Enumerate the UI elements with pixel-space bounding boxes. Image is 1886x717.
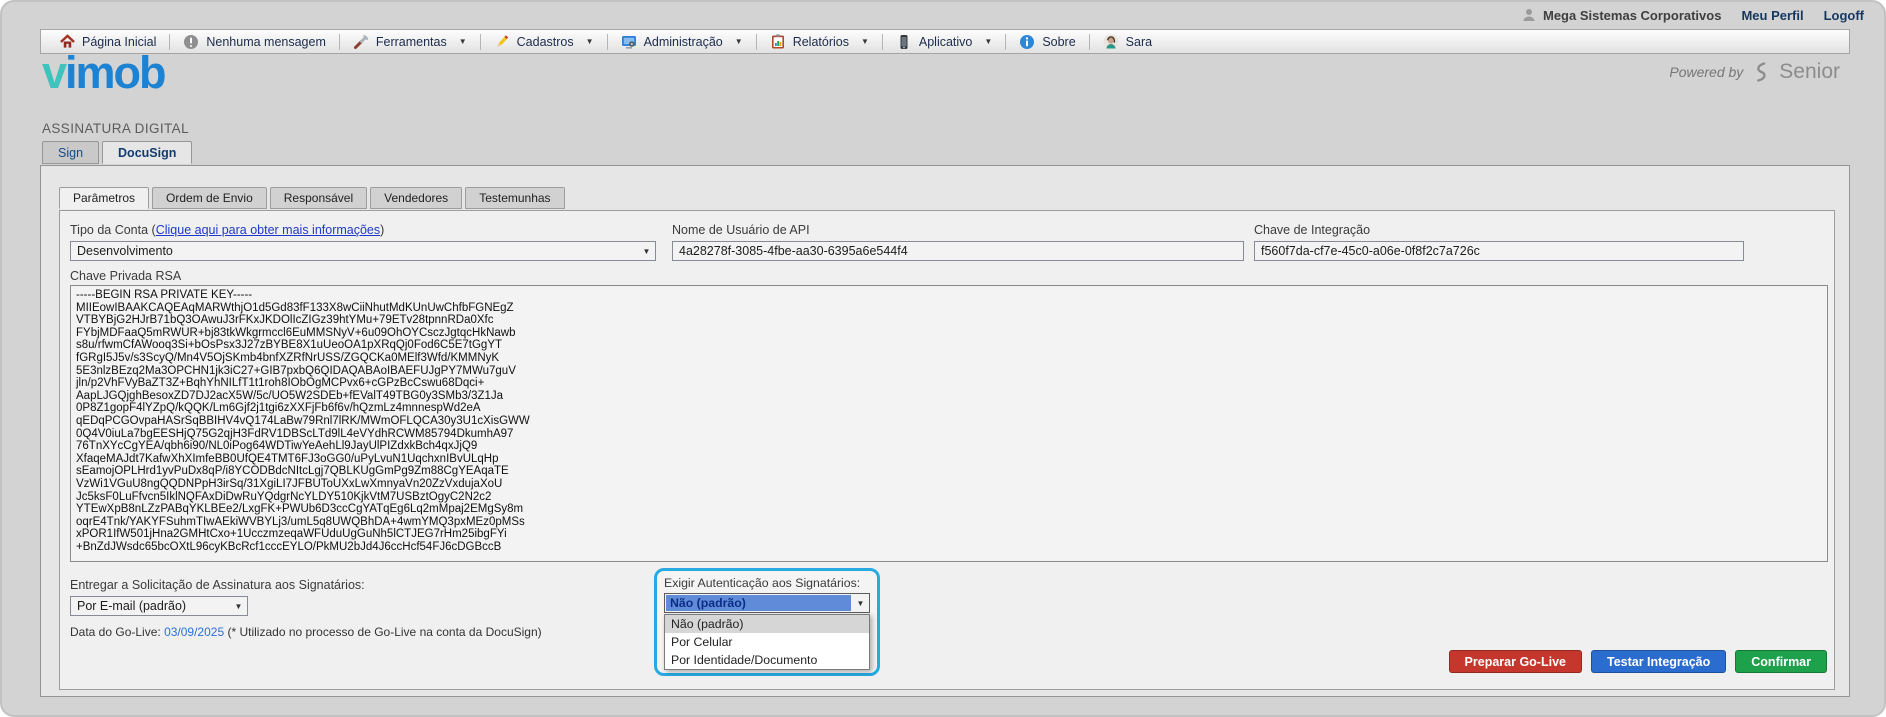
alert-icon [183,34,199,50]
toolbar-item-registrations[interactable]: Cadastros ▼ [481,30,607,53]
toolbar-item-tools[interactable]: Ferramentas ▼ [340,30,480,53]
top-bar: Mega Sistemas Corporativos Meu Perfil Lo… [2,2,1884,28]
senior-logo-icon [1752,61,1770,83]
auth-select[interactable]: Não (padrão) ▼ [664,593,870,613]
tab-responsavel[interactable]: Responsável [269,187,368,209]
account-type-select[interactable]: Desenvolvimento ▼ [70,241,656,261]
chevron-down-icon: ▼ [585,37,594,46]
logoff-link[interactable]: Logoff [1824,8,1864,23]
api-user-label: Nome de Usuário de API [672,223,810,237]
api-user-input[interactable] [672,241,1244,261]
tab-ordem-de-envio[interactable]: Ordem de Envio [152,187,267,209]
integration-key-input[interactable] [1254,241,1744,261]
account-type-value: Desenvolvimento [77,244,173,258]
toolbar-item-administration[interactable]: Administração ▼ [608,30,756,53]
tab-vendedores[interactable]: Vendedores [370,187,463,209]
delivery-select[interactable]: Por E-mail (padrão) ▼ [70,596,248,616]
toolbar-label: Ferramentas [375,34,447,49]
powered-by: Powered by Senior [1669,60,1840,84]
toolbar-label: Relatórios [792,34,849,49]
chevron-down-icon: ▼ [856,598,865,608]
parametros-content: Tipo da Conta (Clique aqui para obter ma… [59,210,1835,690]
delivery-label: Entregar a Solicitação de Assinatura aos… [70,578,365,592]
toolbar-label: Nenhuma mensagem [206,34,326,49]
golive-note: (* Utilizado no processo de Go-Live na c… [227,625,542,639]
toolbar-label: Aplicativo [918,34,973,49]
delivery-value: Por E-mail (padrão) [77,599,187,613]
report-icon [770,33,786,50]
golive-line: Data do Go-Live: 03/09/2025 (* Utilizado… [70,625,542,639]
more-info-link[interactable]: Clique aqui para obter mais informações [156,223,380,237]
toolbar-label: Administração [643,34,723,49]
company-account: Mega Sistemas Corporativos [1521,7,1721,23]
application-window: Mega Sistemas Corporativos Meu Perfil Lo… [0,0,1886,717]
toolbar-label: Sobre [1042,34,1076,49]
main-toolbar: Página Inicial Nenhuma mensagem Ferramen… [40,29,1850,54]
account-type-label-close: ) [380,223,385,237]
auth-options-list: Não (padrão) Por Celular Por Identidade/… [664,614,870,670]
auth-label: Exigir Autenticação aos Signatários: [664,576,861,590]
auth-selected-value: Não (padrão) [666,595,851,611]
tab-parametros[interactable]: Parâmetros [59,187,150,209]
chevron-down-icon: ▼ [734,37,743,46]
toolbar-item-assistant[interactable]: Sara [1090,30,1165,53]
powered-by-text: Powered by [1669,64,1744,80]
vimob-logo: vimob [42,47,167,98]
action-buttons: Preparar Go-Live Testar Integração Confi… [1448,650,1827,673]
tab-sign[interactable]: Sign [42,141,100,164]
golive-date[interactable]: 03/09/2025 [164,625,224,639]
tab-docusign[interactable]: DocuSign [102,141,193,164]
toolbar-item-messages[interactable]: Nenhuma mensagem [170,30,339,53]
vendor-name: Senior [1779,60,1840,83]
auth-highlight-box: Exigir Autenticação aos Signatários: Não… [654,568,880,676]
integration-key-label: Chave de Integração [1254,223,1371,237]
my-profile-link[interactable]: Meu Perfil [1741,8,1803,23]
auth-option-default[interactable]: Não (padrão) [665,615,869,633]
toolbar-item-about[interactable]: Sobre [1006,30,1088,53]
phone-icon [896,34,912,50]
account-type-label-text: Tipo da Conta ( [70,223,156,237]
logo-text-blue: imob [65,47,166,98]
chevron-down-icon: ▼ [984,37,993,46]
company-name: Mega Sistemas Corporativos [1543,7,1722,23]
docusign-panel: Parâmetros Ordem de Envio Responsável Ve… [40,165,1850,697]
chevron-down-icon: ▼ [458,37,467,46]
rsa-key-textarea[interactable]: -----BEGIN RSA PRIVATE KEY----- MIIEowIB… [70,285,1828,562]
section-title: ASSINATURA DIGITAL [42,121,189,136]
chevron-down-icon: ▼ [860,37,869,46]
main-tab-bar: Sign DocuSign [42,141,193,164]
rsa-key-label: Chave Privada RSA [70,269,182,283]
info-icon [1019,34,1035,50]
pencil-icon [494,34,510,50]
confirm-button[interactable]: Confirmar [1735,650,1827,673]
sub-tab-bar: Parâmetros Ordem de Envio Responsável Ve… [59,187,565,209]
toolbar-item-app[interactable]: Aplicativo ▼ [883,30,1005,53]
toolbar-label: Cadastros [516,34,574,49]
auth-option-celular[interactable]: Por Celular [665,633,869,651]
wrench-icon [353,34,369,50]
toolbar-item-reports[interactable]: Relatórios ▼ [757,30,882,53]
logo-text-teal: v [42,47,67,98]
monitor-icon [621,34,637,50]
account-type-label: Tipo da Conta (Clique aqui para obter ma… [70,223,384,237]
toolbar-label: Sara [1125,34,1153,49]
prepare-golive-button[interactable]: Preparar Go-Live [1448,650,1582,673]
tab-testemunhas[interactable]: Testemunhas [465,187,565,209]
auth-option-identidade[interactable]: Por Identidade/Documento [665,651,869,669]
support-avatar-icon [1103,34,1119,50]
test-integration-button[interactable]: Testar Integração [1590,650,1727,673]
chevron-down-icon: ▼ [234,601,243,611]
person-icon [1521,7,1537,23]
golive-label: Data do Go-Live: [70,625,161,639]
chevron-down-icon: ▼ [642,246,651,256]
